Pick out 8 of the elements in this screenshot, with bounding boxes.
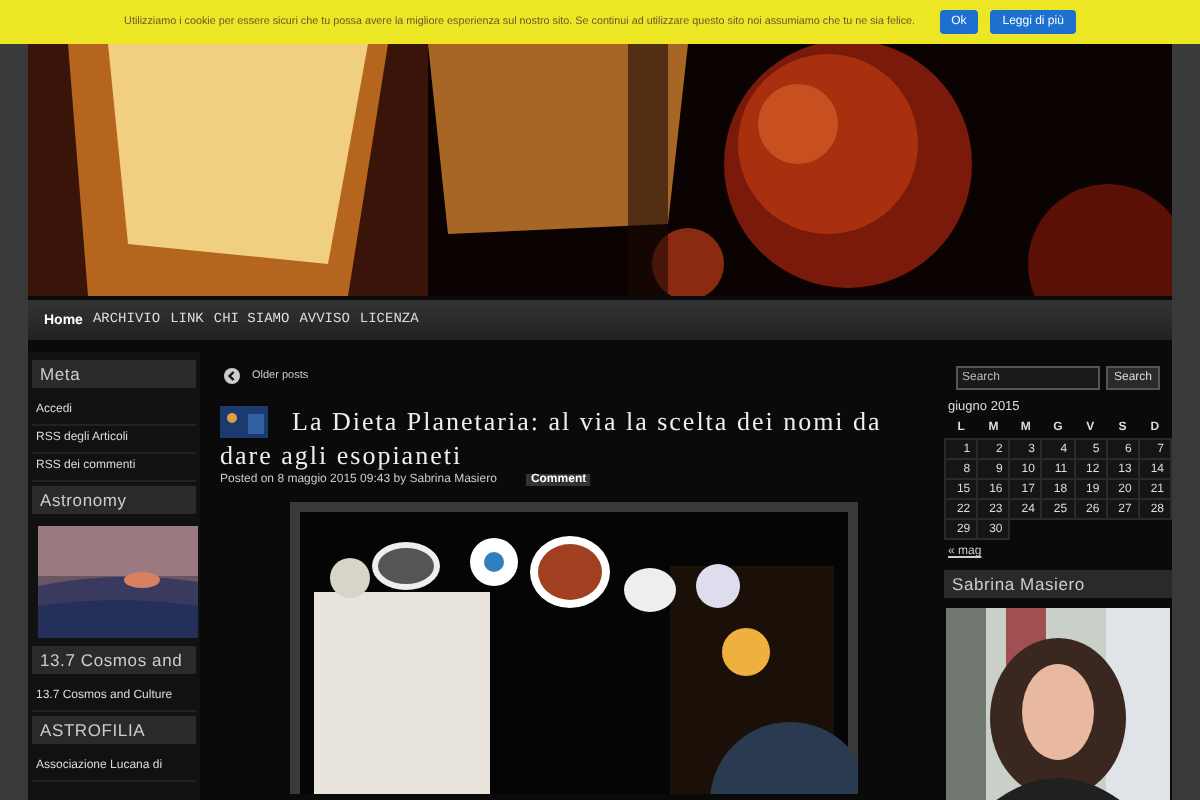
widget-title: ASTROFILIA — [32, 716, 196, 744]
back-arrow-icon — [224, 368, 240, 384]
widget-title: Astronomy — [32, 486, 196, 514]
post-title[interactable]: La Dieta Planetaria: al via la scelta dei nomi da dare agli esopianeti — [220, 404, 940, 472]
widget-title: Meta — [32, 360, 196, 388]
widget-title: Sabrina Masiero — [944, 570, 1172, 598]
widget-title: 13.7 Cosmos and — [32, 646, 196, 674]
space-thumbnail-icon — [220, 406, 268, 438]
